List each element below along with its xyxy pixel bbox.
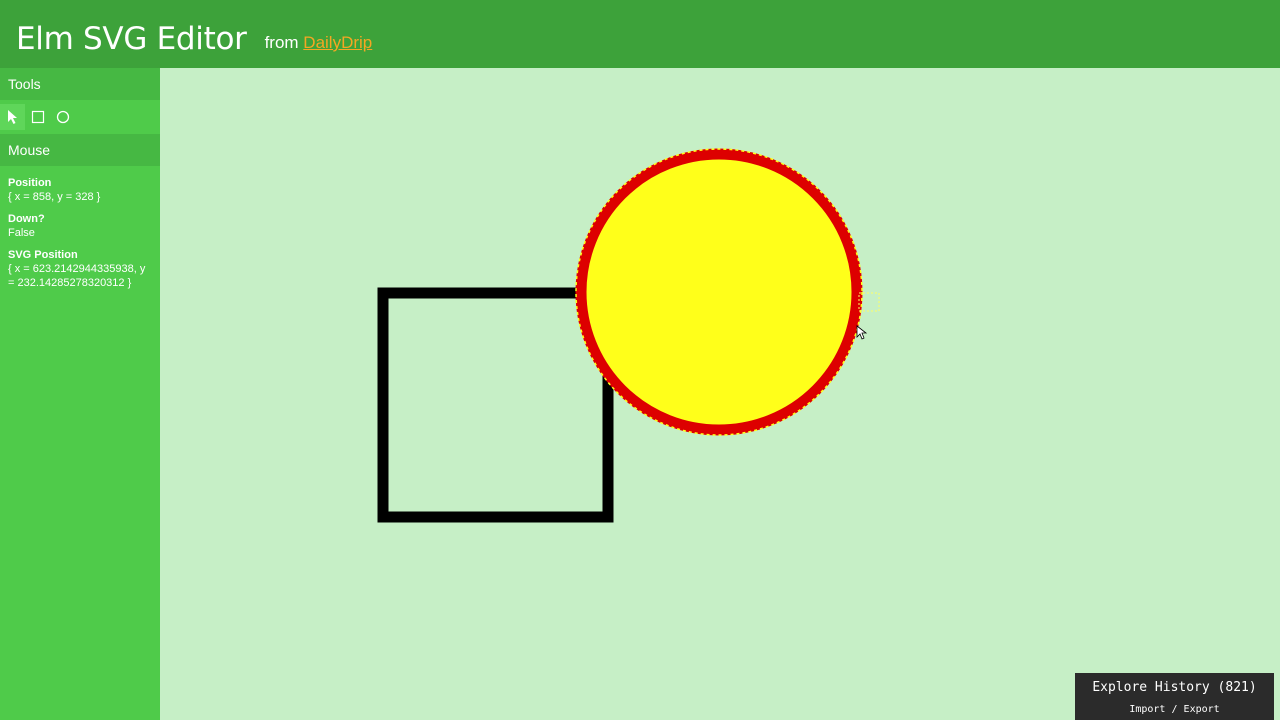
circle-tool-button[interactable] — [50, 104, 75, 130]
history-panel[interactable]: Explore History (821) Import / Export — [1075, 673, 1274, 720]
mouse-info: Position { x = 858, y = 328 } Down? Fals… — [0, 166, 160, 290]
sidebar: Tools Mouse Position { x = 858, y = 328 … — [0, 68, 160, 720]
import-button[interactable]: Import — [1129, 704, 1165, 715]
circle-icon — [56, 110, 69, 124]
import-export-row: Import / Export — [1075, 704, 1274, 716]
tools-toolbar — [0, 100, 160, 134]
app-title: Elm SVG Editor — [16, 21, 247, 57]
down-value: False — [8, 227, 35, 239]
cursor-icon — [856, 325, 868, 340]
position-label: Position — [8, 177, 52, 189]
rectangle-shape[interactable] — [377, 287, 614, 523]
tools-section-title: Tools — [0, 68, 160, 100]
explore-history-button[interactable]: Explore History (821) — [1075, 673, 1274, 696]
square-tool-button[interactable] — [25, 104, 50, 130]
svg-canvas[interactable] — [160, 68, 1280, 720]
pointer-tool-button[interactable] — [0, 104, 25, 130]
down-label: Down? — [8, 213, 45, 225]
mouse-section-title: Mouse — [0, 134, 160, 166]
circle-shape[interactable] — [575, 148, 863, 436]
from-credit: from DailyDrip — [265, 33, 373, 56]
position-value: { x = 858, y = 328 } — [8, 191, 101, 203]
import-export-separator: / — [1171, 704, 1178, 715]
from-label: from — [264, 33, 299, 52]
square-icon — [31, 110, 44, 124]
svg-position-label: SVG Position — [8, 249, 78, 261]
dailydrip-link[interactable]: DailyDrip — [303, 33, 372, 52]
drawing-surface[interactable] — [160, 68, 1280, 720]
pointer-icon — [7, 110, 17, 124]
svg-position-value: { x = 623.2142944335938, y = 232.1428527… — [8, 263, 146, 289]
export-button[interactable]: Export — [1184, 704, 1220, 715]
app-header: Elm SVG Editor from DailyDrip — [0, 0, 1280, 68]
